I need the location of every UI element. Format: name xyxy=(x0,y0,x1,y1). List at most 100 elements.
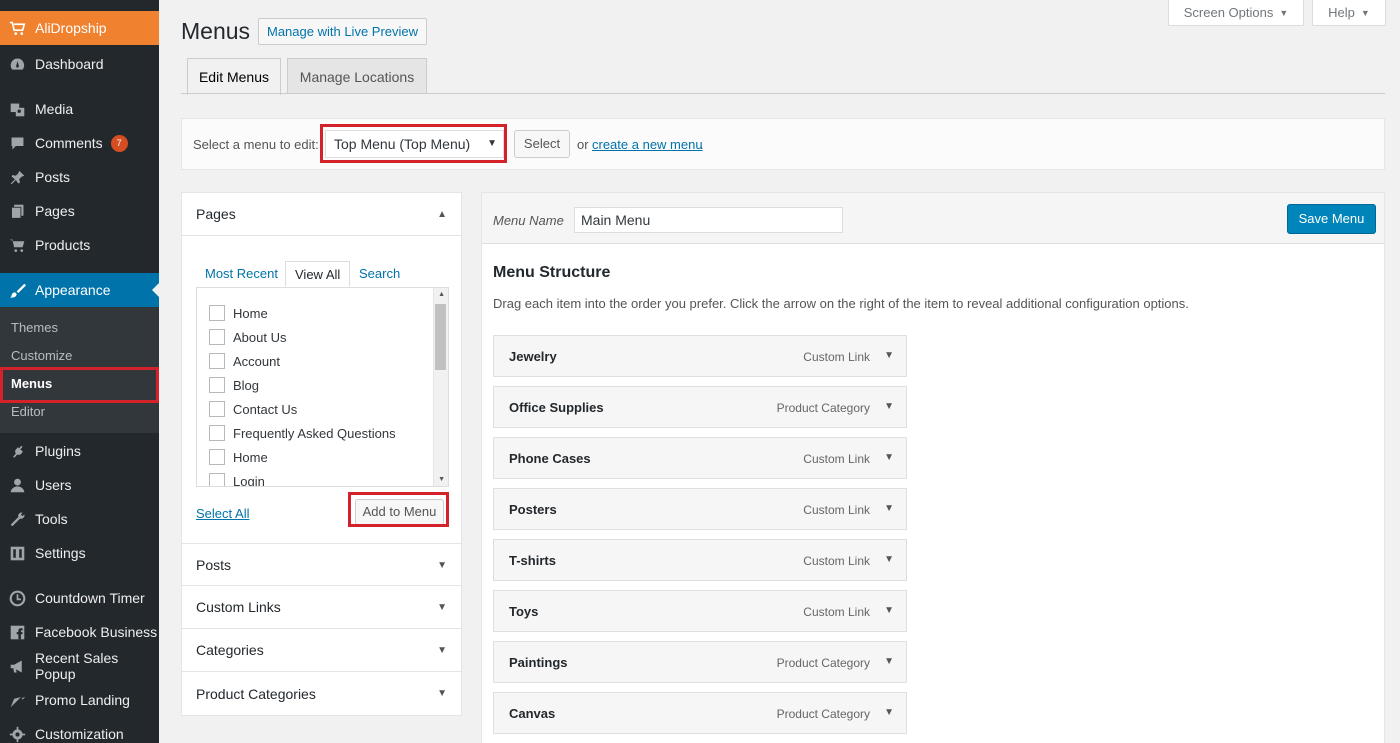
scrollbar[interactable]: ▲ ▼ xyxy=(433,288,448,486)
tab-most-recent[interactable]: Most Recent xyxy=(196,261,287,287)
menu-item[interactable]: Posters Custom Link ▼ xyxy=(493,488,907,530)
sidebar-item-label: Countdown Timer xyxy=(35,590,145,606)
sidebar-item-facebook-business[interactable]: Facebook Business xyxy=(0,615,159,649)
menu-item[interactable]: Office Supplies Product Category ▼ xyxy=(493,386,907,428)
list-item[interactable]: Login xyxy=(209,469,265,486)
select-button[interactable]: Select xyxy=(514,130,570,158)
menu-item[interactable]: Jewelry Custom Link ▼ xyxy=(493,335,907,377)
sidebar-item-countdown-timer[interactable]: Countdown Timer xyxy=(0,581,159,615)
list-item[interactable]: Blog xyxy=(209,373,259,397)
page-checkbox[interactable] xyxy=(209,449,225,465)
accordion-pages-header[interactable]: Pages ▲ xyxy=(182,193,461,236)
help-button[interactable]: Help ▼ xyxy=(1312,0,1386,26)
sidebar-item-promo-landing[interactable]: Promo Landing xyxy=(0,683,159,717)
scroll-up-icon[interactable]: ▲ xyxy=(438,291,445,298)
scroll-down-icon[interactable]: ▼ xyxy=(438,476,445,483)
save-menu-button[interactable]: Save Menu xyxy=(1287,204,1376,234)
current-page-arrow xyxy=(152,283,159,297)
expand-arrow-icon[interactable]: ▼ xyxy=(884,503,894,514)
menu-item-type: Custom Link xyxy=(803,452,870,466)
tab-search[interactable]: Search xyxy=(350,261,409,287)
expand-arrow-icon: ▼ xyxy=(437,688,447,699)
list-item[interactable]: Account xyxy=(209,349,280,373)
sidebar-item-comments[interactable]: Comments 7 xyxy=(0,126,159,160)
sidebar-item-products[interactable]: Products xyxy=(0,228,159,262)
expand-arrow-icon[interactable]: ▼ xyxy=(884,350,894,361)
list-item[interactable]: About Us xyxy=(209,325,286,349)
page-checkbox[interactable] xyxy=(209,329,225,345)
tab-view-all[interactable]: View All xyxy=(285,261,351,287)
create-new-menu-link[interactable]: create a new menu xyxy=(592,137,703,152)
accordion-categories-header[interactable]: Categories ▼ xyxy=(182,629,461,672)
help-label: Help xyxy=(1328,5,1355,20)
sidebar-item-alidropship[interactable]: AliDropship xyxy=(0,11,159,45)
sidebar-item-plugins[interactable]: Plugins xyxy=(0,434,159,468)
menu-item[interactable]: Canvas Product Category ▼ xyxy=(493,692,907,734)
page-label: About Us xyxy=(233,329,287,345)
list-item[interactable]: Home xyxy=(209,445,268,469)
sidebar-item-posts[interactable]: Posts xyxy=(0,160,159,194)
pages-tabs: Most Recent View All Search xyxy=(196,261,449,287)
gear-icon xyxy=(8,725,26,743)
tabs-divider xyxy=(181,93,1385,94)
cart-plus-icon xyxy=(8,19,26,37)
sidebar-item-tools[interactable]: Tools xyxy=(0,502,159,536)
expand-arrow-icon: ▼ xyxy=(437,602,447,613)
accordion-product-categories-header[interactable]: Product Categories ▼ xyxy=(182,672,461,715)
page-checkbox[interactable] xyxy=(209,353,225,369)
expand-arrow-icon[interactable]: ▼ xyxy=(884,452,894,463)
sidebar-item-customization[interactable]: Customization xyxy=(0,717,159,743)
list-item[interactable]: Home xyxy=(209,301,268,325)
page-checkbox[interactable] xyxy=(209,401,225,417)
accordion-title: Product Categories xyxy=(196,685,316,702)
page-label: Account xyxy=(233,353,280,369)
screen-options-button[interactable]: Screen Options ▼ xyxy=(1168,0,1304,26)
page-label: Home xyxy=(233,305,268,321)
expand-arrow-icon[interactable]: ▼ xyxy=(884,707,894,718)
submenu-item-themes[interactable]: Themes xyxy=(0,314,159,342)
sidebar-item-settings[interactable]: Settings xyxy=(0,536,159,570)
sidebar-item-recent-sales-popup[interactable]: Recent Sales Popup xyxy=(0,649,159,683)
accordion-posts-header[interactable]: Posts ▼ xyxy=(182,543,461,586)
sidebar-item-users[interactable]: Users xyxy=(0,468,159,502)
page-checkbox[interactable] xyxy=(209,425,225,441)
menu-item[interactable]: Toys Custom Link ▼ xyxy=(493,590,907,632)
expand-arrow-icon[interactable]: ▼ xyxy=(884,656,894,667)
menu-item[interactable]: T-shirts Custom Link ▼ xyxy=(493,539,907,581)
manage-live-preview-button[interactable]: Manage with Live Preview xyxy=(258,18,428,45)
comment-icon xyxy=(8,134,26,152)
page-checkbox[interactable] xyxy=(209,473,225,486)
page-title: Menus xyxy=(181,18,251,44)
menu-item-title: T-shirts xyxy=(509,553,556,568)
expand-arrow-icon: ▼ xyxy=(437,645,447,656)
page-label: Blog xyxy=(233,377,260,393)
sidebar-item-pages[interactable]: Pages xyxy=(0,194,159,228)
list-item[interactable]: Contact Us xyxy=(209,397,297,421)
accordion-custom-links-header[interactable]: Custom Links ▼ xyxy=(182,586,461,629)
sidebar-item-label: Media xyxy=(35,101,74,117)
menu-item[interactable]: Phone Cases Custom Link ▼ xyxy=(493,437,907,479)
sidebar-item-appearance[interactable]: Appearance xyxy=(0,273,159,307)
page-checkbox[interactable] xyxy=(209,377,225,393)
tab-edit-menus[interactable]: Edit Menus xyxy=(187,58,281,95)
expand-arrow-icon[interactable]: ▼ xyxy=(884,401,894,412)
expand-arrow-icon[interactable]: ▼ xyxy=(884,554,894,565)
tab-manage-locations[interactable]: Manage Locations xyxy=(287,58,427,94)
submenu-item-customize[interactable]: Customize xyxy=(0,342,159,370)
select-all-link[interactable]: Select All xyxy=(196,506,249,521)
menu-item-type: Product Category xyxy=(776,401,870,415)
menu-item-title: Office Supplies xyxy=(509,400,604,415)
sidebar-item-label: Dashboard xyxy=(35,56,104,72)
sidebar-item-dashboard[interactable]: Dashboard xyxy=(0,47,159,81)
menu-item[interactable]: Paintings Product Category ▼ xyxy=(493,641,907,683)
expand-arrow-icon[interactable]: ▼ xyxy=(884,605,894,616)
pages-icon xyxy=(8,202,26,220)
brush-icon xyxy=(8,281,26,299)
sidebar-item-label: Users xyxy=(35,477,72,493)
page-checkbox[interactable] xyxy=(209,305,225,321)
menu-name-input[interactable]: Main Menu xyxy=(574,207,843,233)
dashboard-icon xyxy=(8,55,26,73)
sidebar-item-media[interactable]: Media xyxy=(0,92,159,126)
list-item[interactable]: Frequently Asked Questions xyxy=(209,421,396,445)
scrollbar-thumb[interactable] xyxy=(435,304,446,370)
